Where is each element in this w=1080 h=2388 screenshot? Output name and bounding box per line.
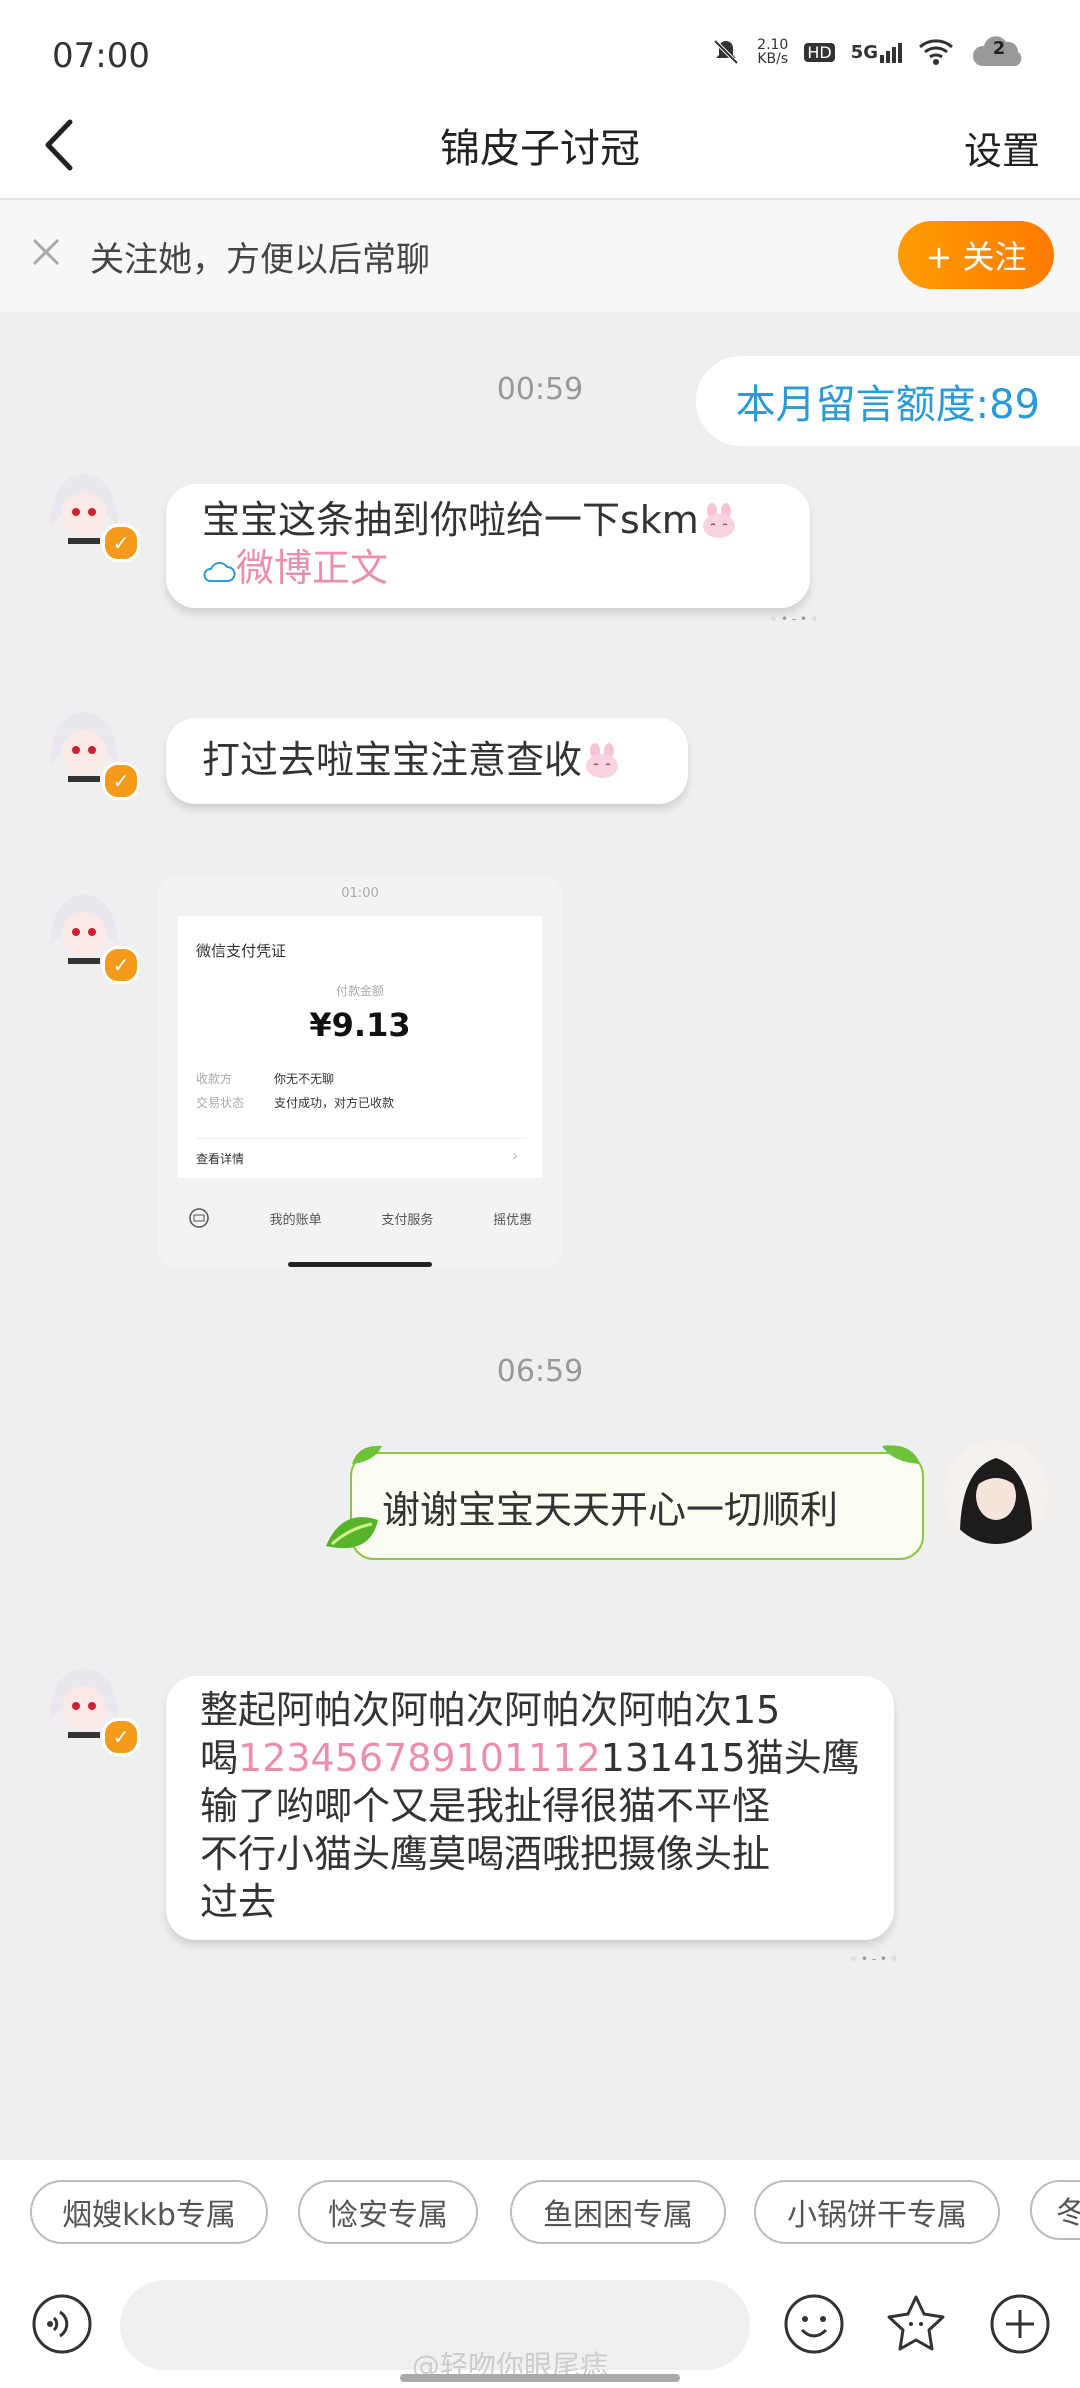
verified-badge-icon: ✓: [102, 524, 140, 562]
clock: 07:00: [52, 36, 150, 76]
cloud-count: 2: [992, 38, 1006, 59]
message-segment: 131415猫头鹰: [600, 1736, 860, 1780]
message-line: 过去: [200, 1880, 277, 1924]
screenshot-time: 01:00: [341, 886, 379, 901]
status-value: 支付成功，对方已收款: [274, 1096, 395, 1110]
keyboard-icon: [189, 1208, 209, 1228]
message-line: 输了哟唧个又是我扯得很猫不平怪: [200, 1784, 771, 1828]
divider: [196, 1138, 526, 1139]
chip[interactable]: 惗安专属: [298, 2180, 478, 2244]
payment-screenshot-image[interactable]: 01:00 微信支付凭证 付款金额 ¥9.13 收款方 你无不无聊 交易状态 支…: [158, 876, 562, 1268]
message-text: 打过去啦宝宝注意查收: [202, 738, 583, 782]
hd-icon: HD: [804, 42, 835, 62]
voice-icon[interactable]: [30, 2292, 94, 2356]
message-bubble: 整起阿帕次阿帕次阿帕次阿帕次15 喝123456789101112131415猫…: [166, 1676, 894, 1940]
message-line: 喝123456789101112131415猫头鹰: [200, 1734, 894, 1782]
leaf-sprout-icon: [352, 1445, 382, 1464]
message-segment: 喝: [200, 1736, 239, 1780]
cloud-link-icon: [203, 562, 236, 582]
payment-bottom-nav: 我的账单 支付服务 摇优惠: [158, 1192, 562, 1244]
verified-badge-icon: ✓: [102, 762, 140, 800]
payment-title: 微信支付凭证: [196, 942, 287, 960]
timestamp: 06:59: [496, 1354, 584, 1389]
leaf-decoration-icon: [326, 1517, 378, 1549]
settings-button[interactable]: 设置: [964, 120, 1040, 175]
read-dots: ◦ • - • ◦: [850, 1952, 898, 1966]
verified-badge-icon: ✓: [102, 1718, 140, 1756]
mute-bell-icon: [713, 39, 739, 65]
follow-button[interactable]: + 关注: [898, 221, 1054, 289]
sticker-star-icon[interactable]: [884, 2292, 948, 2356]
message-link-segment[interactable]: 123456789101112: [238, 1736, 601, 1780]
nav-bar: 锦皮子讨冠 设置: [0, 100, 1080, 200]
amount-value: ¥9.13: [309, 1006, 411, 1044]
link-text[interactable]: 微博正文: [236, 546, 388, 590]
cloud-badge-icon: 2: [970, 34, 1028, 70]
outgoing-message-bubble: 谢谢宝宝天天开心一切顺利: [350, 1452, 924, 1560]
view-details-link: 查看详情: [196, 1152, 245, 1166]
payee-label: 收款方: [196, 1072, 233, 1086]
message-text: 谢谢宝宝天天开心一切顺利: [382, 1487, 839, 1532]
nav-my-bills: 我的账单: [269, 1212, 322, 1228]
leaf-sprout-icon: [882, 1445, 920, 1464]
chat-title: 锦皮子讨冠: [440, 126, 640, 172]
quick-reply-chips: 烟嫂kkb专属 惗安专属 鱼困困专属 小锅饼干专属 冬: [0, 2160, 1080, 2272]
verified-badge-icon: ✓: [102, 946, 140, 984]
amount-label: 付款金额: [335, 984, 384, 998]
status-icons: 2.10 KB/s HD 5G 2: [711, 34, 1028, 70]
payment-card: 微信支付凭证 付款金额 ¥9.13 收款方 你无不无聊 交易状态 支付成功，对方…: [178, 916, 542, 1178]
timestamp: 00:59: [496, 372, 584, 407]
follow-prompt-text: 关注她，方便以后常聊: [90, 240, 430, 280]
message-line: 整起阿帕次阿帕次阿帕次阿帕次15: [200, 1688, 781, 1732]
screenshot-home-indicator: [288, 1262, 432, 1267]
nav-shake-deals: 摇优惠: [493, 1212, 533, 1228]
message-text-line: 宝宝这条抽到你啦给一下skm: [202, 496, 810, 544]
signal-5g-icon: 5G: [851, 42, 902, 63]
follow-bar: 关注她，方便以后常聊 + 关注: [0, 200, 1080, 312]
home-indicator[interactable]: [400, 2374, 680, 2382]
wifi-icon: [919, 39, 953, 65]
net-speed: 2.10 KB/s: [757, 37, 789, 67]
chip[interactable]: 烟嫂kkb专属: [30, 2180, 268, 2244]
nav-pay-service: 支付服务: [381, 1212, 434, 1228]
plus-icon[interactable]: [988, 2292, 1052, 2356]
bunny-emoji-icon: [702, 503, 735, 538]
message-text: 宝宝这条抽到你啦给一下skm: [202, 498, 699, 542]
emoji-icon[interactable]: [782, 2292, 846, 2356]
chevron-right-icon: ›: [512, 1146, 519, 1165]
message-bubble: 宝宝这条抽到你啦给一下skm 微博正文: [166, 484, 810, 608]
user-photo-icon: [944, 1440, 1048, 1544]
network-label: 5G: [850, 41, 878, 63]
status-bar: 07:00 2.10 KB/s HD 5G 2: [0, 0, 1080, 100]
chip[interactable]: 鱼困困专属: [510, 2180, 726, 2244]
status-label: 交易状态: [196, 1096, 245, 1110]
payee-value: 你无不无聊: [274, 1072, 335, 1086]
weibo-post-link[interactable]: 微博正文: [202, 544, 810, 592]
read-dots: ◦ • - • ◦: [770, 612, 818, 626]
close-icon[interactable]: [28, 234, 64, 270]
chip[interactable]: 冬: [1030, 2180, 1080, 2240]
message-line: 不行小猫头鹰莫喝酒哦把摄像头扯: [200, 1832, 771, 1876]
message-bubble: 打过去啦宝宝注意查收: [166, 718, 688, 804]
my-avatar[interactable]: [944, 1440, 1048, 1544]
bunny-emoji-icon: [586, 743, 619, 778]
chip[interactable]: 小锅饼干专属: [754, 2180, 1000, 2244]
